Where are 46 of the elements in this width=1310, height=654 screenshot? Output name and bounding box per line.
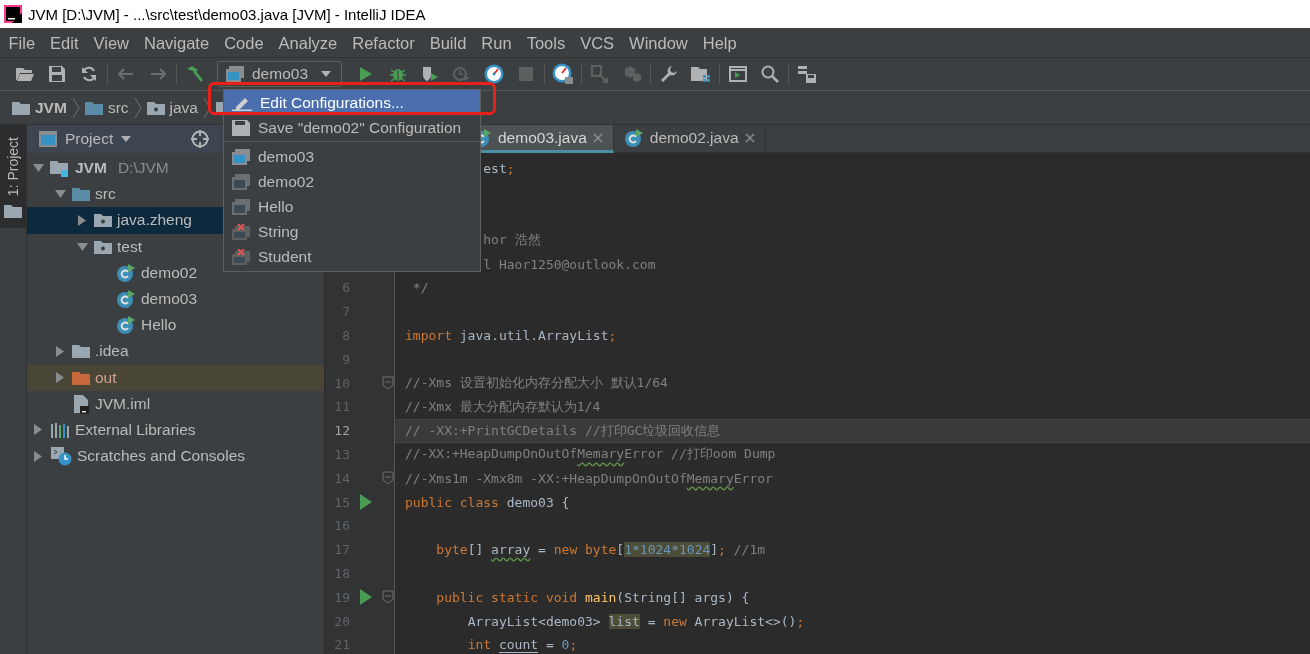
breadcrumb-item[interactable]: JVM xyxy=(35,98,67,117)
menu-item[interactable]: Student xyxy=(224,244,480,269)
code-line: ArrayList<demo03> list = new ArrayList<>(); xyxy=(467,613,805,629)
code-line: import java.util.ArrayList; xyxy=(405,327,617,343)
menu-item[interactable]: Edit xyxy=(42,28,87,57)
project-tool-tab[interactable]: 1: Project xyxy=(0,125,26,229)
menu-item[interactable]: demo02 xyxy=(224,169,480,194)
menu-item[interactable]: View xyxy=(86,28,137,57)
code-line: est; xyxy=(483,161,515,177)
run-configuration-dropdown[interactable]: demo03 xyxy=(217,61,342,87)
menu-item[interactable]: VCS xyxy=(572,28,622,57)
code-line: // -XX:+PrintGCDetails //打印GC垃圾回收信息 xyxy=(405,421,721,440)
window-title: JVM [D:\JVM] - ...\src\test\demo03.java [JVM] - IntelliJ IDEA xyxy=(28,5,426,23)
panel-title[interactable]: Project xyxy=(65,130,114,148)
menu-item[interactable]: Analyze xyxy=(271,28,345,57)
menu-item[interactable]: File xyxy=(1,28,43,57)
code-line: public static void main(String[] args) { xyxy=(436,589,750,605)
code-line: //-Xmx 最大分配内存默认为1/4 xyxy=(405,397,601,416)
tree-row[interactable]: External Libraries xyxy=(27,416,324,444)
menu-item[interactable]: Refactor xyxy=(344,28,423,57)
code-line: byte[] array = new byte[1*1024*1024]; //1m xyxy=(436,542,766,558)
code-line: //-Xms 设置初始化内存分配大小 默认1/64 xyxy=(405,374,668,393)
menu-item[interactable]: Code xyxy=(216,28,272,57)
code-line: hor 浩然 xyxy=(483,231,541,250)
code-line: public class demo03 { xyxy=(405,494,570,510)
breadcrumb-item[interactable]: java xyxy=(169,98,198,117)
tree-row[interactable]: Scratches and Consoles xyxy=(27,443,324,470)
code-line: //-XX:+HeapDumpOnOutOfMemaryError //打印oom Dump xyxy=(405,445,776,464)
tree-row[interactable]: out xyxy=(27,364,324,391)
menu-item[interactable]: Window xyxy=(621,28,696,57)
menu-item[interactable]: Build xyxy=(422,28,474,57)
tree-row[interactable]: JVM.iml xyxy=(27,390,324,417)
editor-tab[interactable]: demo02.java xyxy=(613,125,766,153)
menu-item[interactable]: Tools xyxy=(519,28,573,57)
tree-row[interactable]: .idea xyxy=(27,338,324,365)
breadcrumb-item[interactable]: src xyxy=(107,98,129,117)
code-line: int count = 0; xyxy=(467,637,578,653)
code-line: l Haor1250@outlook.com xyxy=(483,256,656,272)
line-number: 12 xyxy=(333,423,350,439)
menu-item[interactable]: Run xyxy=(473,28,520,57)
tree-row[interactable]: demo03 xyxy=(27,285,324,313)
menu-item[interactable]: Help xyxy=(695,28,745,57)
code-line: */ xyxy=(412,280,429,296)
menu-item[interactable]: Navigate xyxy=(136,28,217,57)
tree-row[interactable]: Hello xyxy=(27,312,324,339)
code-line: //-Xms1m -Xmx8m -XX:+HeapDumpOnOutOfMemaryError xyxy=(405,470,773,486)
